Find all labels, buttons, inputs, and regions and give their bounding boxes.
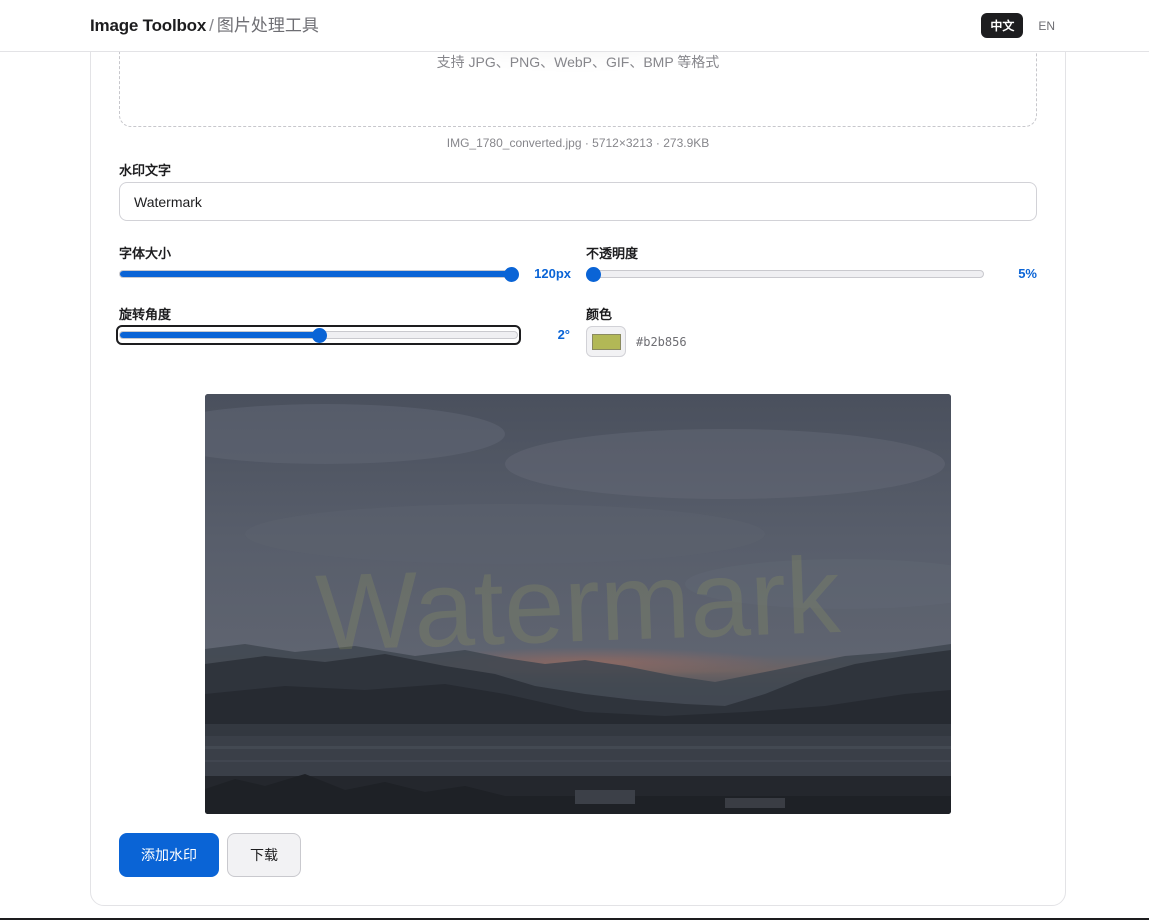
color-picker-button[interactable] [586,326,626,357]
opacity-thumb[interactable] [586,267,601,282]
rotation-fill [120,332,320,338]
color-label: 颜色 [586,307,613,322]
opacity-value: 5% [1018,266,1037,281]
rotation-thumb[interactable] [311,328,327,343]
opacity-label: 不透明度 [586,246,639,261]
rotation-label: 旋转角度 [119,307,172,322]
brand-title: Image Toolbox [90,16,207,35]
landscape-photo [205,394,951,814]
file-info: IMG_1780_converted.jpg · 5712×3213 · 273… [446,136,710,150]
color-swatch [592,334,621,350]
color-hex-value: #b2b856 [636,335,687,349]
download-button[interactable]: 下载 [227,833,301,877]
lang-en-button[interactable]: EN [1029,13,1064,38]
opacity-slider[interactable] [586,267,984,282]
font-size-slider[interactable] [119,267,519,282]
font-size-thumb[interactable] [504,267,519,282]
opacity-track [586,270,984,278]
font-size-fill [120,271,512,277]
font-size-track [119,270,518,278]
preview-image: Watermark [205,394,951,814]
font-size-label: 字体大小 [119,246,172,261]
app-brand: Image Toolbox / 图片处理工具 [90,15,319,37]
font-size-value: 120px [534,266,571,281]
watermark-text-label: 水印文字 [119,163,172,178]
app-header: Image Toolbox / 图片处理工具 中文 EN [0,0,1149,52]
watermark-text-input[interactable] [119,182,1037,221]
brand-subtitle: 图片处理工具 [216,16,319,35]
brand-separator: / [209,16,214,35]
lang-zh-button[interactable]: 中文 [981,13,1024,38]
language-switcher: 中文 EN [981,13,1064,38]
rotation-slider[interactable] [116,325,521,345]
add-watermark-button[interactable]: 添加水印 [119,833,219,877]
upload-format-hint: 支持 JPG、PNG、WebP、GIF、BMP 等格式 [436,54,720,70]
rotation-value: 2° [557,327,570,342]
